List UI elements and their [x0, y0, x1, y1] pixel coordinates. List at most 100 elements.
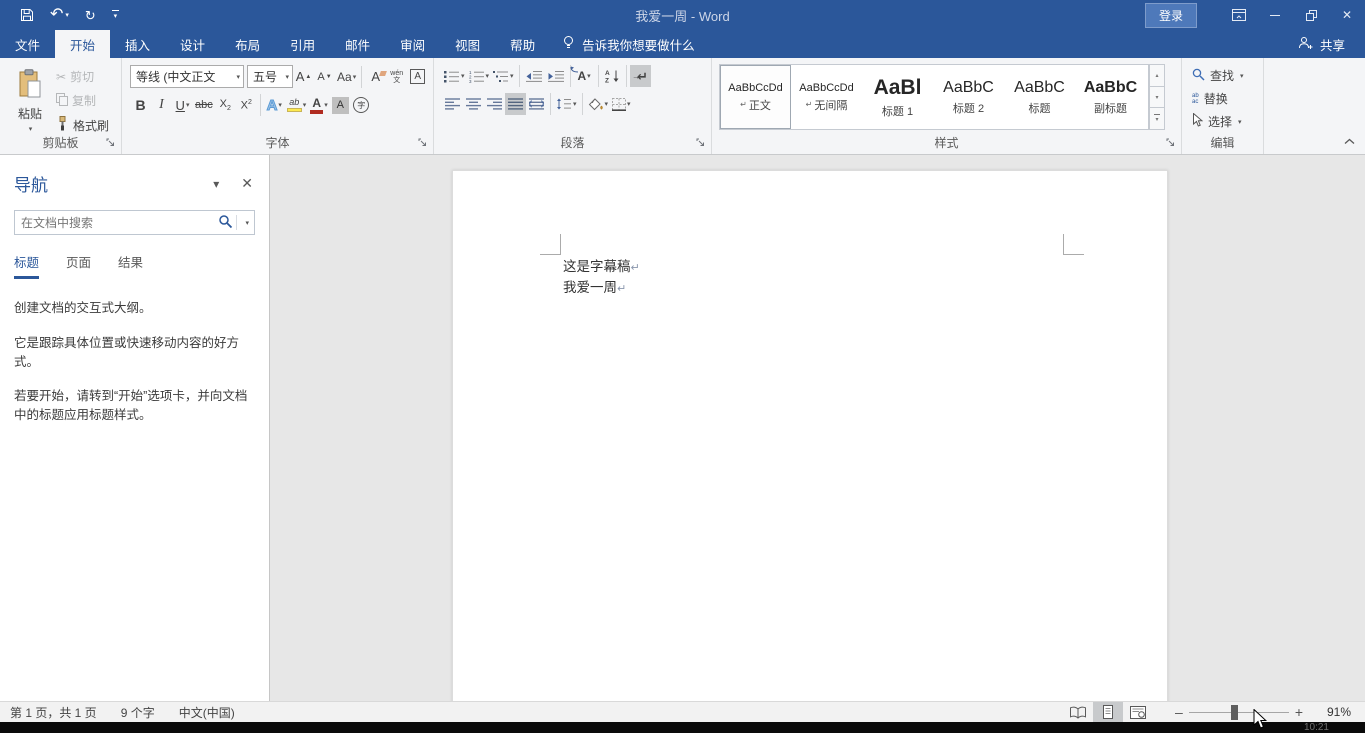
- tab-design[interactable]: 设计: [165, 30, 220, 58]
- tab-help[interactable]: 帮助: [495, 30, 550, 58]
- ribbon-display-options-icon[interactable]: [1221, 0, 1257, 30]
- style-normal[interactable]: AaBbCcDd ↵正文: [720, 65, 791, 129]
- customize-quick-access-icon[interactable]: ▾: [112, 10, 119, 20]
- tab-review[interactable]: 审阅: [385, 30, 440, 58]
- document-text[interactable]: 这是字幕稿↵ 我爱一周↵: [563, 257, 640, 299]
- word-count[interactable]: 9 个字: [109, 704, 167, 721]
- character-border-button[interactable]: A: [407, 66, 428, 88]
- enclose-characters-button[interactable]: 字: [351, 94, 372, 116]
- superscript-button[interactable]: X2: [236, 94, 257, 116]
- styles-scroll-down-icon[interactable]: ▾: [1149, 87, 1165, 109]
- paste-dropdown-icon[interactable]: ▾: [29, 125, 33, 133]
- shrink-font-button[interactable]: A▼: [314, 66, 335, 88]
- close-button[interactable]: ✕: [1329, 0, 1365, 30]
- print-layout-button[interactable]: [1093, 702, 1123, 722]
- font-size-combo[interactable]: 五号▾: [247, 65, 293, 88]
- decrease-indent-button[interactable]: [523, 65, 545, 87]
- show-hide-marks-button[interactable]: →↵: [630, 65, 651, 87]
- grow-font-button[interactable]: A▲: [293, 66, 314, 88]
- asian-layout-button[interactable]: A▾: [574, 65, 595, 87]
- borders-button[interactable]: ▾: [610, 93, 633, 115]
- style-heading2[interactable]: AaBbC 标题 2: [933, 65, 1004, 129]
- numbering-button[interactable]: 123▾: [467, 65, 492, 87]
- document-page[interactable]: 这是字幕稿↵ 我爱一周↵: [452, 170, 1168, 701]
- restore-button[interactable]: [1293, 0, 1329, 30]
- font-color-button[interactable]: A▾: [308, 94, 330, 116]
- navigation-close-icon[interactable]: ✕: [241, 175, 253, 192]
- style-no-spacing[interactable]: AaBbCcDd ↵无间隔: [791, 65, 862, 129]
- redo-button[interactable]: ↻: [85, 9, 96, 22]
- text-highlight-button[interactable]: ab▾: [285, 94, 309, 116]
- clear-formatting-button[interactable]: A: [365, 66, 386, 88]
- format-painter-button[interactable]: 格式刷: [56, 116, 109, 134]
- copy-button[interactable]: 复制: [56, 92, 109, 109]
- signin-button[interactable]: 登录: [1145, 3, 1197, 28]
- tab-insert[interactable]: 插入: [110, 30, 165, 58]
- minimize-button[interactable]: [1257, 0, 1293, 30]
- save-icon[interactable]: [20, 8, 34, 22]
- nav-tab-pages[interactable]: 页面: [66, 252, 91, 279]
- italic-button[interactable]: I: [151, 94, 172, 116]
- search-magnifier-icon[interactable]: [218, 214, 233, 232]
- bold-button[interactable]: B: [130, 94, 151, 116]
- align-left-button[interactable]: [442, 93, 463, 115]
- text-effects-button[interactable]: A▾: [264, 94, 285, 116]
- tab-home[interactable]: 开始: [55, 30, 110, 58]
- collapse-ribbon-icon[interactable]: [1344, 134, 1355, 148]
- justify-button[interactable]: [505, 93, 526, 115]
- tab-file[interactable]: 文件: [0, 30, 55, 58]
- nav-tab-results[interactable]: 结果: [118, 252, 143, 279]
- styles-scroll-up-icon[interactable]: ▴: [1149, 64, 1165, 87]
- replace-button[interactable]: abac 替换: [1192, 88, 1263, 109]
- nav-tab-headings[interactable]: 标题: [14, 252, 39, 279]
- undo-button[interactable]: ↶▾: [50, 7, 69, 23]
- tab-layout[interactable]: 布局: [220, 30, 275, 58]
- undo-dropdown-icon[interactable]: ▾: [65, 11, 69, 19]
- shading-button[interactable]: ▾: [586, 93, 611, 115]
- styles-more-icon[interactable]: ▾: [1149, 108, 1165, 130]
- tab-references[interactable]: 引用: [275, 30, 330, 58]
- increase-indent-button[interactable]: [545, 65, 567, 87]
- character-shading-button[interactable]: A: [330, 94, 351, 116]
- web-layout-button[interactable]: [1123, 702, 1153, 722]
- font-name-combo[interactable]: 等线 (中文正文▾: [130, 65, 244, 88]
- select-dropdown-icon[interactable]: ▾: [1238, 118, 1242, 126]
- language-indicator[interactable]: 中文(中国): [167, 704, 247, 721]
- read-mode-button[interactable]: [1063, 702, 1093, 722]
- paste-button[interactable]: 粘贴 ▾: [10, 65, 50, 143]
- find-button[interactable]: 查找 ▾: [1192, 65, 1263, 86]
- multilevel-list-button[interactable]: ▾: [491, 65, 516, 87]
- align-right-button[interactable]: [484, 93, 505, 115]
- sort-button[interactable]: AZ: [602, 65, 623, 87]
- zoom-in-button[interactable]: +: [1289, 704, 1309, 720]
- search-options-dropdown-icon[interactable]: ▾: [240, 219, 254, 227]
- tab-view[interactable]: 视图: [440, 30, 495, 58]
- change-case-button[interactable]: Aa▾: [335, 66, 358, 88]
- find-dropdown-icon[interactable]: ▾: [1240, 72, 1244, 80]
- style-title[interactable]: AaBbC 标题: [1004, 65, 1075, 129]
- zoom-slider-thumb[interactable]: [1231, 705, 1238, 720]
- navigation-options-dropdown-icon[interactable]: ▾: [213, 177, 219, 191]
- zoom-level[interactable]: 91%: [1313, 705, 1351, 719]
- zoom-slider[interactable]: [1189, 705, 1289, 720]
- select-button[interactable]: 选择 ▾: [1192, 111, 1263, 132]
- cut-button[interactable]: ✂剪切: [56, 68, 109, 85]
- page-indicator[interactable]: 第 1 页，共 1 页: [0, 704, 109, 721]
- underline-button[interactable]: U▾: [172, 94, 193, 116]
- subscript-button[interactable]: X2: [215, 94, 236, 116]
- document-area[interactable]: 这是字幕稿↵ 我爱一周↵: [270, 155, 1365, 701]
- underline-dropdown-icon[interactable]: ▾: [186, 101, 190, 109]
- phonetic-guide-button[interactable]: wén文: [386, 66, 407, 88]
- bullets-button[interactable]: ▾: [442, 65, 467, 87]
- style-heading1[interactable]: AaBl 标题 1: [862, 65, 933, 129]
- align-center-button[interactable]: [463, 93, 484, 115]
- line-spacing-button[interactable]: ▾: [554, 93, 579, 115]
- distributed-button[interactable]: [526, 93, 547, 115]
- search-input[interactable]: [15, 216, 218, 230]
- style-subtitle[interactable]: AaBbC 副标题: [1075, 65, 1146, 129]
- tell-me-box[interactable]: 告诉我你想要做什么: [550, 30, 707, 58]
- strikethrough-button[interactable]: abc: [193, 94, 215, 116]
- tab-mailings[interactable]: 邮件: [330, 30, 385, 58]
- zoom-out-button[interactable]: –: [1169, 704, 1189, 720]
- share-button[interactable]: 共享: [1278, 30, 1365, 58]
